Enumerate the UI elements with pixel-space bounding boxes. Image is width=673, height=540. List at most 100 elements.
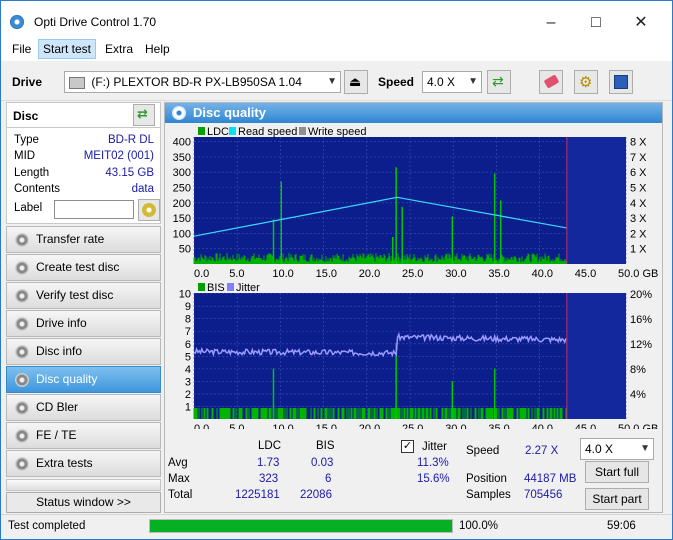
- disc-label-apply-button[interactable]: [138, 199, 160, 221]
- bis-jitter-chart: 10987654321 20% 16% 12% 8% 4% 0.0 5.0 10.0 15.0…: [179, 282, 659, 429]
- y-right-tick: 2 X: [630, 228, 647, 240]
- menu-bar: File Start test Extra Help: [1, 37, 672, 61]
- legend-bis-swatch: [198, 283, 205, 291]
- gears-icon: ⚙: [579, 74, 593, 91]
- jitter-checkbox[interactable]: ✓: [401, 440, 414, 453]
- close-button[interactable]: ✕: [621, 9, 661, 37]
- y-left-tick: 100: [173, 228, 191, 240]
- disc-refresh-button[interactable]: ⇄: [133, 104, 155, 126]
- settings-button[interactable]: ⚙: [574, 70, 598, 94]
- y-left-tick: 50: [179, 244, 191, 256]
- nav-verify-test-disc[interactable]: Verify test disc: [6, 282, 161, 309]
- y-left-tick: 250: [173, 182, 191, 194]
- disc-mid-value: MEIT02 (001): [83, 150, 154, 162]
- refresh-button[interactable]: ⇄: [487, 70, 511, 94]
- ldc-plot-area: [194, 137, 626, 264]
- nav-cd-bler[interactable]: CD Bler: [6, 394, 161, 421]
- menu-start-test[interactable]: Start test: [38, 39, 97, 59]
- disc-info-box: Type BD-R DL MID MEIT02 (001) Length 43.…: [6, 128, 161, 224]
- disc-icon: [15, 289, 29, 303]
- y-right-tick: 20%: [630, 289, 652, 301]
- bis-plot-area: [194, 293, 626, 419]
- x-tick: 40.0: [532, 423, 553, 429]
- nav-transfer-rate[interactable]: Transfer rate: [6, 226, 161, 253]
- max-bis: 6: [325, 473, 332, 485]
- nav-label: Extra tests: [36, 456, 93, 470]
- bis-legend: BIS Jitter: [198, 282, 260, 294]
- drive-select-value: (F:) PLEXTOR BD-R PX-LB950SA 1.04: [91, 75, 302, 89]
- nav-label: Transfer rate: [36, 232, 105, 246]
- save-button[interactable]: [609, 70, 633, 94]
- nav-fe-te[interactable]: FE / TE: [6, 422, 161, 449]
- y-right-tick: 4%: [630, 389, 646, 401]
- y-right-tick: 3 X: [630, 213, 647, 225]
- eject-button[interactable]: ⏏: [344, 70, 368, 94]
- start-full-button[interactable]: Start full: [585, 461, 649, 483]
- nav-drive-info[interactable]: Drive info: [6, 310, 161, 337]
- disc-icon: [15, 457, 29, 471]
- x-tick: 0.0: [194, 268, 209, 277]
- disc-label-input[interactable]: [54, 200, 134, 219]
- ldc-chart: 400 350 300 250 200 150 100 50 8 X 7 X 6 X 5 X 4 X 3…: [173, 126, 659, 277]
- nav-disc-quality[interactable]: Disc quality: [6, 366, 161, 393]
- legend-jitter-swatch: [227, 283, 234, 291]
- y-right-tick: 16%: [630, 314, 652, 326]
- x-tick: 15.0: [316, 423, 337, 429]
- erase-button[interactable]: [539, 70, 563, 94]
- y-right-tick: 6 X: [630, 167, 647, 179]
- speed-stat-label: Speed: [466, 445, 500, 457]
- toolbar: Drive (F:) PLEXTOR BD-R PX-LB950SA 1.04 …: [1, 63, 672, 101]
- x-tick: 15.0: [316, 268, 337, 277]
- y-left-tick: 1: [185, 401, 191, 413]
- y-left-tick: 350: [173, 152, 191, 164]
- legend-read-speed: Read speed: [238, 126, 297, 138]
- avg-label: Avg: [168, 457, 188, 469]
- jitter-checkbox-label: Jitter: [422, 441, 447, 453]
- y-left-tick: 2: [185, 389, 191, 401]
- disc-type-label: Type: [14, 134, 39, 146]
- position-value: 44187 MB: [524, 473, 577, 485]
- nav-extra-tests[interactable]: Extra tests: [6, 450, 161, 477]
- status-window-button[interactable]: Status window >>: [6, 492, 161, 513]
- y-left-tick: 150: [173, 213, 191, 225]
- test-speed-select[interactable]: 4.0 X ▼: [580, 438, 654, 460]
- nav-create-test-disc[interactable]: Create test disc: [6, 254, 161, 281]
- speed-select[interactable]: 4.0 X ▼: [422, 71, 482, 93]
- menu-file[interactable]: File: [12, 42, 31, 56]
- menu-extra[interactable]: Extra: [105, 42, 133, 56]
- disc-type-row: Type BD-R DL: [14, 134, 158, 150]
- start-part-button[interactable]: Start part: [585, 488, 649, 510]
- y-right-tick: 5 X: [630, 182, 647, 194]
- test-speed-select-value: 4.0 X: [585, 442, 614, 456]
- disc-mid-row: MID MEIT02 (001): [14, 150, 158, 166]
- disc-length-row: Length 43.15 GB: [14, 167, 158, 183]
- legend-write-speed: Write speed: [308, 126, 367, 138]
- bis-x-ticks: 0.0 5.0 10.0 15.0 20.0 25.0 30.0 35.0 40.0 45.0 50…: [194, 423, 658, 429]
- y-right-tick: 1 X: [630, 244, 647, 256]
- x-tick: 5.0: [229, 268, 244, 277]
- nav-label: Verify test disc: [36, 288, 114, 302]
- disc-icon: [15, 233, 29, 247]
- col-ldc-header: LDC: [258, 440, 282, 452]
- menu-help[interactable]: Help: [145, 42, 170, 56]
- x-tick: 40.0: [532, 268, 553, 277]
- maximize-button[interactable]: □: [576, 9, 616, 37]
- legend-ldc-swatch: [198, 127, 205, 135]
- nav-label: Disc info: [36, 344, 83, 358]
- max-jitter: 15.6%: [417, 473, 450, 485]
- refresh-arrows-icon: ⇄: [137, 106, 148, 121]
- nav-disc-info[interactable]: Disc info: [6, 338, 161, 365]
- drive-select[interactable]: (F:) PLEXTOR BD-R PX-LB950SA 1.04 ▼: [64, 71, 341, 93]
- app-disc-icon: [10, 15, 24, 29]
- chevron-down-icon: ▼: [327, 76, 337, 87]
- x-tick: 45.0: [575, 423, 596, 429]
- y-left-tick: 300: [173, 167, 191, 179]
- legend-read-speed-swatch: [229, 127, 236, 135]
- ldc-legend: LDC Read speed Write speed: [198, 126, 367, 138]
- ldc-no-data-region: [566, 137, 626, 264]
- ldc-y-right-ticks: 8 X 7 X 6 X 5 X 4 X 3 X 2 X 1 X: [630, 137, 647, 256]
- minimize-button[interactable]: –: [531, 9, 571, 37]
- disc-contents-value: data: [131, 183, 154, 195]
- total-label: Total: [168, 489, 193, 501]
- speed-label: Speed: [378, 75, 415, 89]
